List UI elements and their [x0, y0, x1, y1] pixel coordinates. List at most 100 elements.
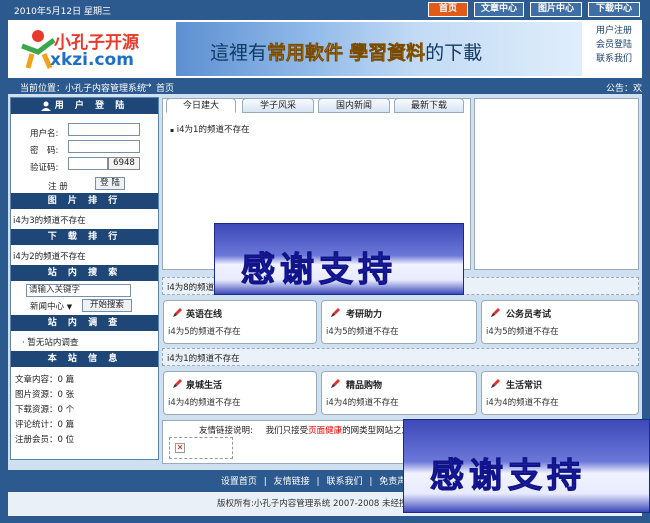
- card-life-tips-text: i4为4的频道不存在: [486, 398, 559, 408]
- card-city-life-text: i4为4的频道不存在: [168, 398, 241, 408]
- card-civil-service: 公务员考试 i4为5的频道不存在: [481, 300, 639, 344]
- floating-ad-2-text: 感谢支持: [430, 456, 586, 497]
- contact-link[interactable]: 联系我们: [588, 52, 640, 66]
- search-title: 站 内 搜 索: [11, 265, 158, 281]
- card-life-tips: 生活常识 i4为4的频道不存在: [481, 371, 639, 415]
- bullet-icon: ▪: [170, 127, 175, 134]
- friend-links-text-a: 我们只接受: [265, 426, 309, 436]
- stat-members: 注册会员：0 位: [15, 435, 75, 445]
- login-title-text: 用 户 登 陆: [54, 101, 129, 111]
- breadcrumb-home[interactable]: 首页: [156, 81, 174, 94]
- logo-title-en: xkzi.com: [50, 50, 134, 70]
- pencil-icon: [331, 379, 340, 388]
- login-button[interactable]: 登 陆: [95, 177, 125, 190]
- image-rank-title: 图 片 排 行: [11, 193, 158, 209]
- pencil-icon: [491, 308, 500, 317]
- banner-text: 這裡有常用軟件 學習資料的下載: [210, 38, 482, 65]
- card-shopping-text: i4为4的频道不存在: [326, 398, 399, 408]
- user-links: 用户注册 会员登陆 联系我们: [588, 24, 640, 66]
- card-english-title[interactable]: 英语在线: [186, 307, 222, 320]
- card-life-tips-title[interactable]: 生活常识: [506, 378, 542, 391]
- floating-ad-1[interactable]: 感谢支持: [214, 223, 464, 295]
- footer-separator: |: [263, 477, 267, 487]
- download-rank-title: 下 载 排 行: [11, 229, 158, 245]
- captcha-label: 验证码:: [30, 163, 59, 173]
- friend-links-text-red: 页面健康: [308, 426, 343, 436]
- username-label: 用户名:: [30, 129, 59, 139]
- footer-separator: |: [316, 477, 320, 487]
- tab-content-item: ▪ i4为1的频道不存在: [170, 123, 249, 135]
- card-shopping-title[interactable]: 精品购物: [346, 378, 382, 391]
- pencil-icon: [491, 379, 500, 388]
- stat-comments: 评论统计：0 篇: [15, 420, 75, 430]
- search-button[interactable]: 开始搜索: [82, 299, 132, 312]
- channel-strip-2-text: i4为1的频道不存在: [167, 354, 240, 364]
- card-english: 英语在线 i4为5的频道不存在: [163, 300, 317, 344]
- username-input[interactable]: [68, 123, 140, 136]
- notice-label: 公告：欢: [606, 84, 643, 94]
- tab-students[interactable]: 学子风采: [242, 98, 314, 113]
- footer-separator: |: [369, 477, 373, 487]
- site-info-title: 本 站 信 息: [11, 351, 158, 367]
- nav-images[interactable]: 图片中心: [530, 2, 582, 17]
- floating-ad-1-text: 感谢支持: [241, 250, 397, 291]
- footer-link-friend-links[interactable]: 友情链接: [274, 477, 310, 487]
- card-english-text: i4为5的频道不存在: [168, 327, 241, 337]
- channel-strip-1-text: i4为8的频道: [167, 283, 215, 293]
- tab-latest-downloads[interactable]: 最新下载: [394, 98, 464, 113]
- tab-today[interactable]: 今日建大: [166, 98, 236, 113]
- pencil-icon: [173, 379, 182, 388]
- card-civil-service-title[interactable]: 公务员考试: [506, 307, 551, 320]
- link-image-placeholder[interactable]: ✕: [169, 437, 233, 459]
- banner-pre: 這裡有: [210, 42, 268, 64]
- footer-link-set-home[interactable]: 设置首页: [221, 477, 257, 487]
- footer-link-contact[interactable]: 联系我们: [326, 477, 362, 487]
- stat-downloads: 下载资源：0 个: [15, 405, 75, 415]
- register-link[interactable]: 用户注册: [588, 24, 640, 38]
- friend-links-label: 友情链接说明:: [199, 426, 253, 436]
- nav-articles[interactable]: 文章中心: [474, 2, 524, 17]
- card-shopping: 精品购物 i4为4的频道不存在: [321, 371, 477, 415]
- captcha-input[interactable]: [68, 157, 108, 170]
- user-icon: [40, 101, 51, 111]
- nav-downloads[interactable]: 下载中心: [588, 2, 640, 17]
- download-rank-message: i4为2的频道不存在: [13, 252, 86, 262]
- card-city-life: 泉城生活 i4为4的频道不存在: [163, 371, 317, 415]
- site-logo[interactable]: 小孔子开源 xkzi.com: [14, 22, 172, 74]
- banner-highlight-2: 學習資料: [349, 42, 426, 65]
- banner-post: 的下載: [425, 42, 483, 64]
- survey-message: · 暂无站内调查: [22, 338, 79, 348]
- card-kaoyan-text: i4为5的频道不存在: [326, 327, 399, 337]
- card-city-life-title[interactable]: 泉城生活: [186, 378, 222, 391]
- register-link-sidebar[interactable]: 注 册: [48, 180, 68, 192]
- floating-ad-2[interactable]: 感谢支持: [403, 419, 650, 513]
- tab-content-text: i4为1的频道不存在: [176, 125, 250, 135]
- password-input[interactable]: [68, 140, 140, 153]
- breadcrumb-arrow: →: [144, 81, 152, 91]
- right-panel: [474, 98, 639, 270]
- broken-image-icon: ✕: [175, 443, 185, 453]
- tab-domestic-news[interactable]: 国内新闻: [318, 98, 390, 113]
- captcha-image[interactable]: 6948: [108, 157, 140, 170]
- survey-title: 站 内 调 查: [11, 315, 158, 331]
- image-rank-message: i4为3的频道不存在: [13, 216, 86, 226]
- search-scope-value: 新闻中心: [30, 302, 65, 312]
- breadcrumb-label: 当前位置：小孔子内容管理系统: [20, 84, 147, 94]
- card-kaoyan-title[interactable]: 考研助力: [346, 307, 382, 320]
- search-input[interactable]: 请输入关键字: [26, 284, 131, 297]
- channel-strip-2: i4为1的频道不存在: [162, 348, 639, 366]
- nav-home[interactable]: 首页: [428, 2, 468, 17]
- stat-images: 图片资源：0 张: [15, 390, 75, 400]
- location-bar: 当前位置：小孔子内容管理系统 → 首页 公告：欢: [8, 78, 642, 94]
- banner-highlight-1: 常用軟件: [267, 42, 344, 65]
- chevron-down-icon: ▼: [66, 303, 73, 311]
- member-login-link[interactable]: 会员登陆: [588, 38, 640, 52]
- search-scope-select[interactable]: 新闻中心 ▼: [30, 300, 72, 312]
- date-display: 2010年5月12日 星期三: [14, 7, 111, 17]
- pencil-icon: [173, 308, 182, 317]
- card-kaoyan: 考研助力 i4为5的频道不存在: [321, 300, 477, 344]
- stat-articles: 文章内容：0 篇: [15, 375, 75, 385]
- card-civil-service-text: i4为5的频道不存在: [486, 327, 559, 337]
- login-title: 用 户 登 陆: [11, 98, 158, 114]
- pencil-icon: [331, 308, 340, 317]
